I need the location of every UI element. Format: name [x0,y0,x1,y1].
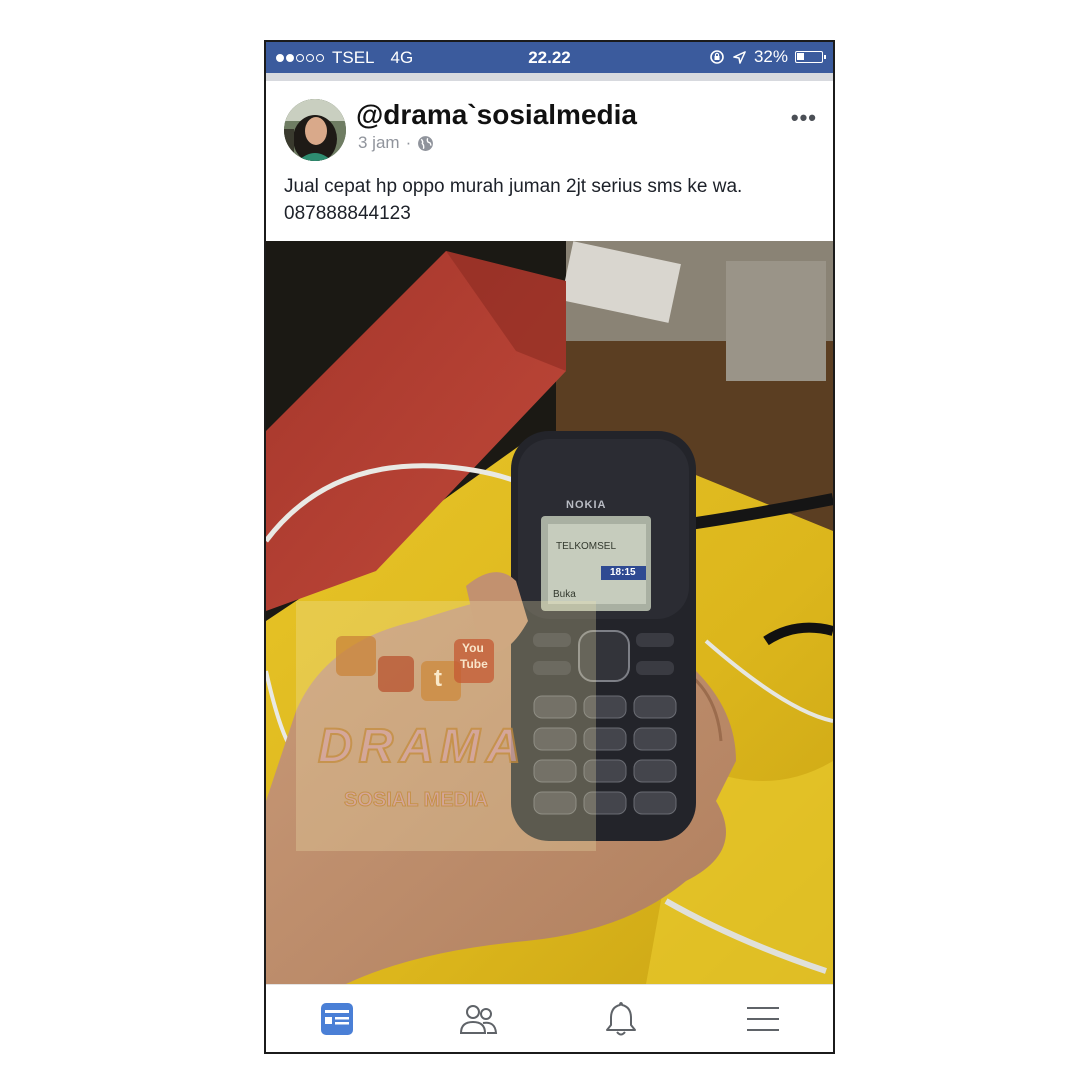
phone-brand-label: NOKIA [566,499,607,511]
news-feed-icon [321,1003,353,1035]
friends-icon [459,1005,498,1034]
meta-separator: · [405,133,412,152]
menu-icon [747,1007,779,1031]
post-photo[interactable]: NOKIA TELKOMSEL 18:15 Buka You Tube t DR… [266,241,833,984]
watermark-badge-tumblr: t [434,665,442,692]
location-arrow-icon [733,50,746,64]
avatar[interactable] [284,99,346,161]
post-text: Jual cepat hp oppo murah juman 2jt seriu… [284,173,819,227]
post-phone-number[interactable]: 087888844123 [284,200,819,227]
phone-screen-operator: TELKOMSEL [556,541,617,552]
status-bar: TSEL 4G 22.22 32% [266,42,833,73]
tab-menu[interactable] [733,995,793,1043]
watermark-badge-youtube-2: Tube [460,657,488,671]
watermark-subtitle: SOSIAL MEDIA [343,789,489,812]
post-text-line: Jual cepat hp oppo murah juman 2jt seriu… [284,176,743,197]
bottom-tab-bar [266,984,833,1052]
watermark-badge-youtube-1: You [462,641,484,655]
tab-news-feed[interactable] [307,995,367,1043]
more-options-button[interactable]: ••• [791,105,817,131]
phone-screen-clock: 18:15 [610,567,636,578]
photo-scene [266,241,833,984]
status-right: 32% [709,47,826,67]
battery-icon [795,51,826,63]
phone-screen: TSEL 4G 22.22 32% @drama`sosialmedia 3 j… [264,40,835,1054]
post-meta: 3 jam · [358,133,434,153]
battery-percent: 32% [753,47,788,66]
globe-privacy-icon [418,135,434,151]
rotation-lock-icon [710,50,724,64]
header-divider [266,73,833,81]
tab-friends[interactable] [449,995,509,1043]
phone-screen-softkey: Buka [553,589,576,600]
post-header: @drama`sosialmedia 3 jam · ••• Jual cepa… [266,81,833,241]
tab-notifications[interactable] [591,995,651,1043]
post-username[interactable]: @drama`sosialmedia [356,99,637,131]
notifications-bell-icon [606,1002,636,1036]
post-time[interactable]: 3 jam [358,133,400,153]
watermark-title: DRAMA [317,719,527,774]
